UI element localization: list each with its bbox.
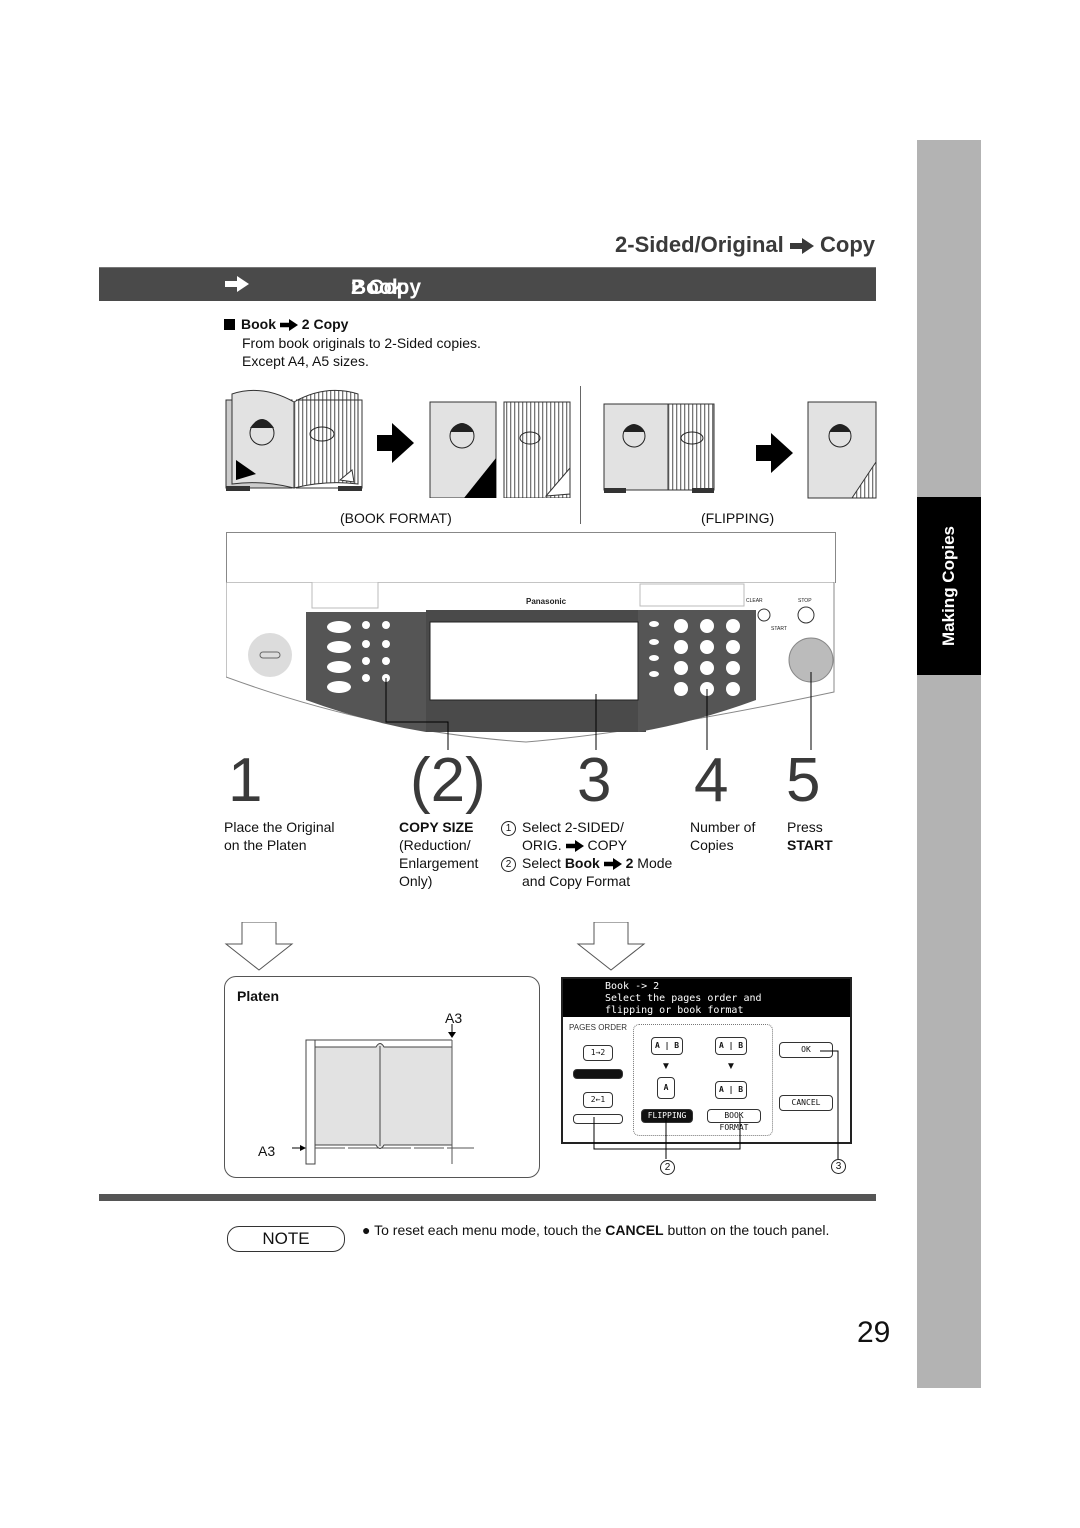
side-strip <box>917 140 981 1388</box>
page-flipped-icon <box>807 401 877 499</box>
step-number-3: 3 <box>577 746 612 815</box>
bullet-icon: ● <box>362 1222 371 1238</box>
header-line: flipping or book format <box>605 1005 744 1016</box>
step-bold: COPY SIZE <box>399 819 474 835</box>
step-line: COPY <box>587 837 628 853</box>
step-line: Only) <box>399 873 433 889</box>
circled-number: 1 <box>501 821 516 836</box>
description-line: From book originals to 2-Sided copies. <box>242 335 481 351</box>
circled-number: 2 <box>660 1160 675 1175</box>
note-text-before: To reset each menu mode, touch the <box>374 1222 602 1238</box>
step-line: and Copy Format <box>522 873 631 889</box>
step-3-text: 1 Select 2-SIDED/ ORIG. COPY 2 Select Book… <box>501 818 672 890</box>
right-arrow-icon <box>225 276 249 293</box>
step-line: (Reduction/ <box>399 837 471 853</box>
step-bold: Book <box>564 855 600 871</box>
step-line: Mode <box>637 855 673 871</box>
step-bold: 2 <box>625 855 634 871</box>
side-tab-label: Making Copies <box>939 526 958 646</box>
description-line: Except A4, A5 sizes. <box>242 353 369 369</box>
circled-number: 2 <box>501 857 516 872</box>
lcd-screen <box>429 621 639 701</box>
section-divider <box>99 1194 876 1201</box>
book-format-illustration <box>225 389 571 498</box>
right-arrow-icon <box>279 319 298 332</box>
svg-text:START: START <box>771 626 787 632</box>
power-button <box>248 633 292 677</box>
step-line: on the Platen <box>224 837 307 853</box>
step-5-text: Press START <box>787 818 833 854</box>
open-book-icon <box>603 403 715 493</box>
pages-order-label: PAGES ORDER <box>569 1023 628 1032</box>
square-bullet-icon <box>224 319 235 330</box>
control-panel-lid <box>226 532 836 583</box>
step-number-2: (2) <box>410 746 486 815</box>
svg-text:STOP: STOP <box>798 598 812 604</box>
banner-right: 2 Copy <box>351 276 422 299</box>
step-line: Press <box>787 819 823 835</box>
step-line: Number of <box>690 819 756 835</box>
platen-left-label: A3 <box>258 1143 276 1159</box>
callout-2: 2 <box>660 1158 681 1176</box>
section-title: 2-Sided/Original Copy <box>615 232 875 258</box>
svg-text:CLEAR: CLEAR <box>746 598 763 604</box>
right-arrow-icon <box>756 433 793 473</box>
section-tab-making-copies[interactable]: Making Copies <box>917 497 981 675</box>
note-label: NOTE <box>227 1226 345 1252</box>
touch-panel-callouts <box>593 1050 839 1159</box>
step-line: Select <box>522 855 561 871</box>
right-arrow-icon <box>565 840 584 853</box>
step-number-1: 1 <box>228 746 263 815</box>
step-line: Select 2-SIDED/ <box>522 819 624 835</box>
caption-flipping: (FLIPPING) <box>701 510 775 526</box>
touch-panel-header: Book -> 2 Select the pages order and flipp… <box>563 979 850 1017</box>
down-arrow-icon <box>576 922 646 971</box>
step-4-text: Number of Copies <box>690 818 755 854</box>
step-1-text: Place the Original on the Platen <box>224 818 335 854</box>
page-front-icon <box>429 401 497 498</box>
brand-label: Panasonic <box>526 597 567 606</box>
page-banner: Book 2 Copy <box>99 267 876 301</box>
note-text: ● To reset each menu mode, touch the CAN… <box>362 1222 829 1238</box>
step-line: ORIG. <box>522 837 562 853</box>
control-panel: Panasonic CLEAR STOP START <box>226 582 835 750</box>
step-bold: START <box>787 837 833 853</box>
note-text-after: button on the touch panel. <box>667 1222 830 1238</box>
page-number: 29 <box>857 1316 891 1349</box>
step-number-5: 5 <box>786 746 821 815</box>
note-text-bold: CANCEL <box>605 1222 664 1238</box>
right-arrow-icon <box>603 858 622 871</box>
step-line: Place the Original <box>224 819 335 835</box>
open-book-icon <box>225 389 363 491</box>
section-title-left: 2-Sided/Original <box>615 232 784 257</box>
right-arrow-icon <box>789 238 814 255</box>
header-line: Select the pages order and <box>605 993 762 1004</box>
caption-book-format: (BOOK FORMAT) <box>340 510 452 526</box>
down-arrow-icon <box>224 922 294 971</box>
circled-number: 3 <box>831 1159 846 1174</box>
header-line: Book -> 2 <box>605 981 660 992</box>
callout-3: 3 <box>831 1157 852 1175</box>
step-line: Enlargement <box>399 855 479 871</box>
subsection-description: From book originals to 2-Sided copies. E… <box>242 334 481 370</box>
step-number-4: 4 <box>694 746 729 815</box>
flipping-illustration <box>603 401 877 499</box>
subsection-heading-right: 2 Copy <box>301 316 349 332</box>
platen-title: Platen <box>237 988 280 1004</box>
right-arrow-icon <box>377 423 414 463</box>
platen-book-drawing <box>292 1024 474 1165</box>
page-back-icon <box>503 401 571 498</box>
step-line: Copies <box>690 837 734 853</box>
step-2-text: COPY SIZE (Reduction/ Enlargement Only) <box>399 818 478 890</box>
subsection-heading-left: Book <box>241 316 276 332</box>
section-title-right: Copy <box>820 232 875 257</box>
illustration-divider <box>580 386 581 524</box>
subsection-heading: Book 2 Copy <box>224 316 348 332</box>
